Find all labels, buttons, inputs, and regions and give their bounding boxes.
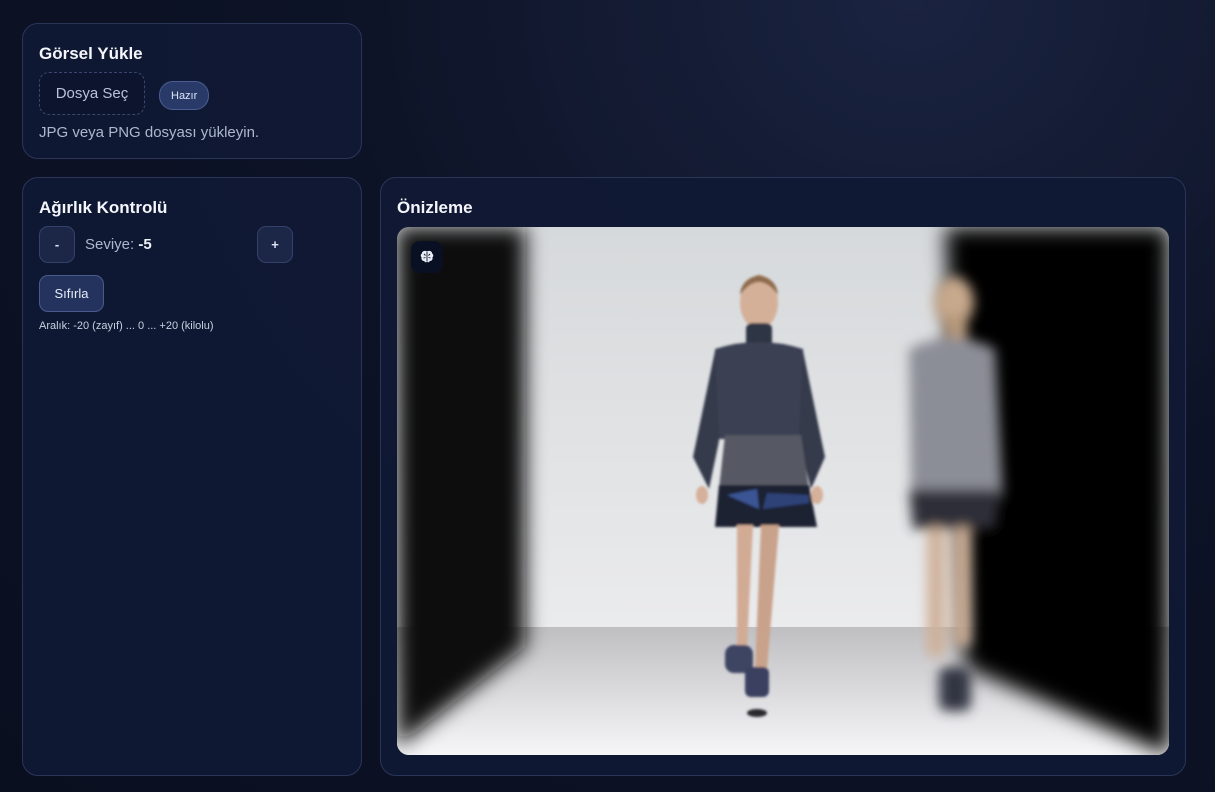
- choose-file-button[interactable]: Dosya Seç: [39, 72, 145, 115]
- decrease-button[interactable]: -: [39, 226, 75, 263]
- upload-hint: JPG veya PNG dosyası yükleyin.: [39, 124, 260, 141]
- weight-title: Ağırlık Kontrolü: [39, 198, 168, 217]
- level-display: Seviye: -5: [85, 236, 152, 253]
- upload-title: Görsel Yükle: [39, 44, 143, 63]
- level-value: -5: [138, 236, 152, 253]
- increase-button[interactable]: +: [257, 226, 293, 263]
- upload-card: Görsel Yükle Dosya Seç Hazır JPG veya PN…: [22, 23, 362, 159]
- level-label: Seviye:: [85, 236, 139, 253]
- reset-button[interactable]: Sıfırla: [39, 275, 104, 312]
- status-badge: Hazır: [159, 81, 210, 110]
- preview-image: [397, 227, 1169, 755]
- preview-card: Önizleme: [380, 177, 1186, 776]
- weight-control-card: Ağırlık Kontrolü - Seviye: -5 + Sıfırla …: [22, 177, 362, 776]
- range-note: Aralık: -20 (zayıf) ... 0 ... +20 (kilol…: [39, 320, 214, 332]
- brain-icon[interactable]: [411, 241, 443, 273]
- runway-photo: [397, 227, 1169, 755]
- preview-title: Önizleme: [397, 198, 473, 217]
